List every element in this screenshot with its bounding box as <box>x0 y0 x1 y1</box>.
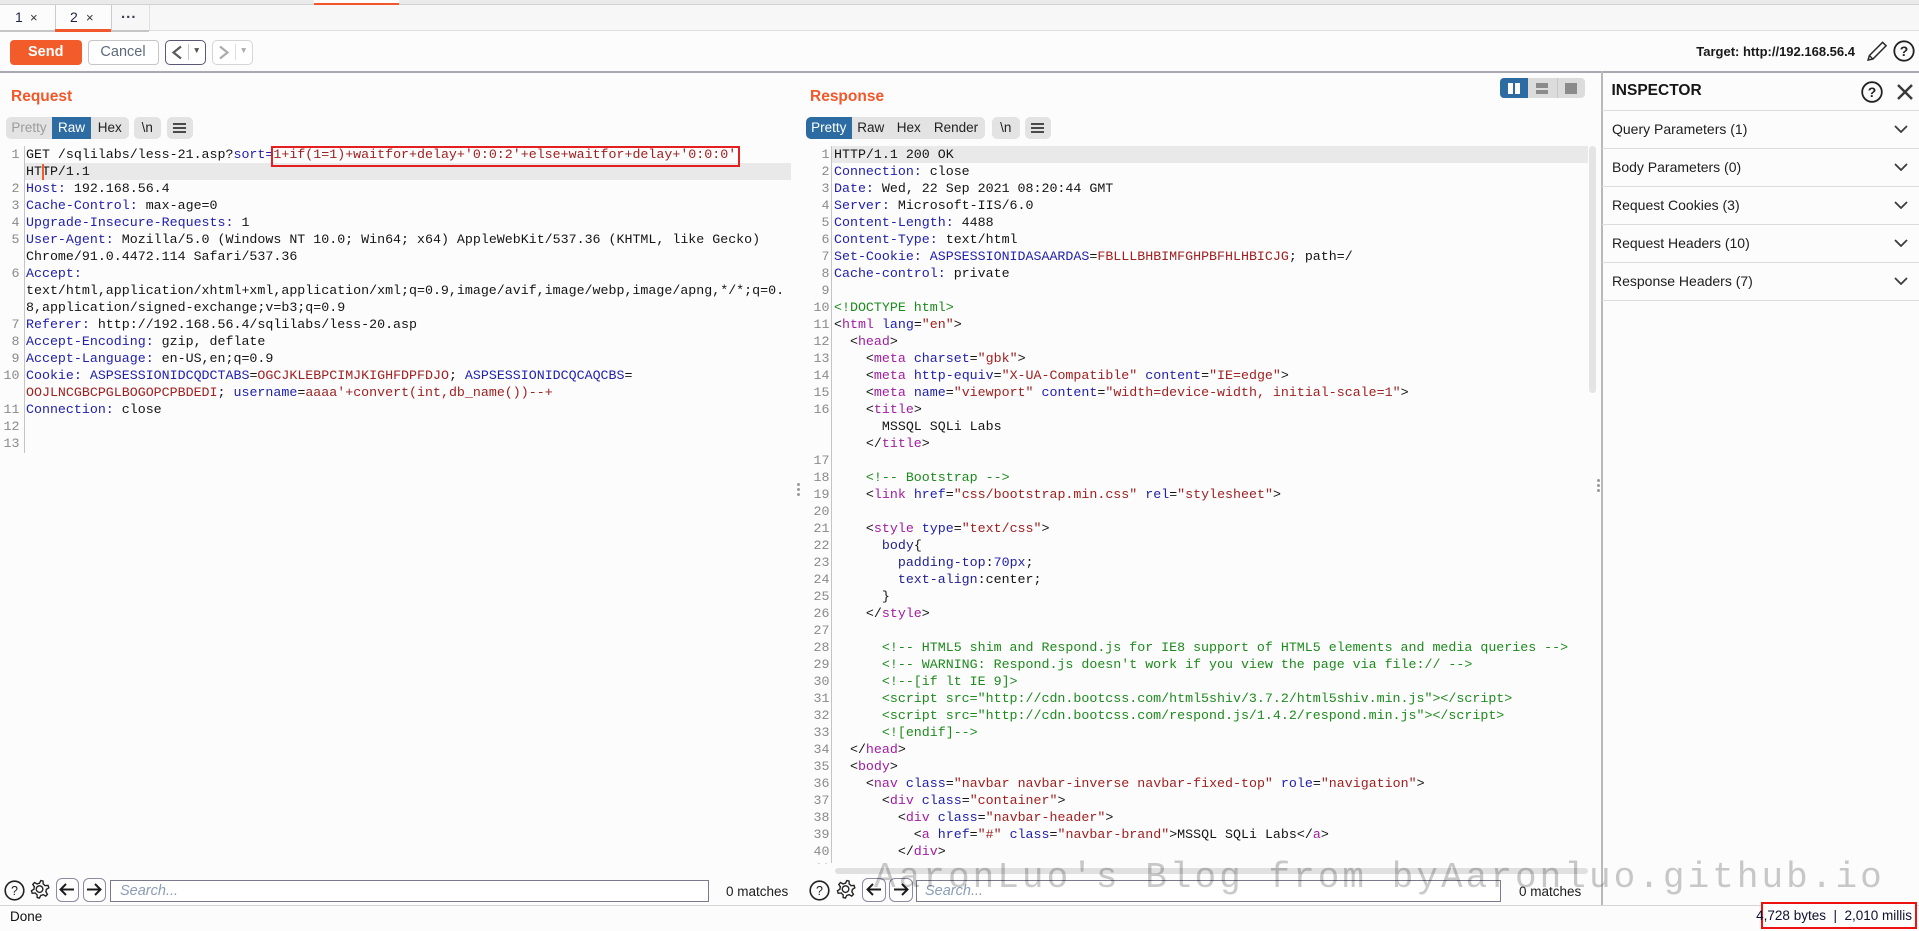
svg-text:?: ? <box>1867 84 1876 100</box>
svg-text:?: ? <box>816 884 823 898</box>
svg-text:?: ? <box>1900 43 1909 59</box>
svg-text:?: ? <box>11 884 18 898</box>
